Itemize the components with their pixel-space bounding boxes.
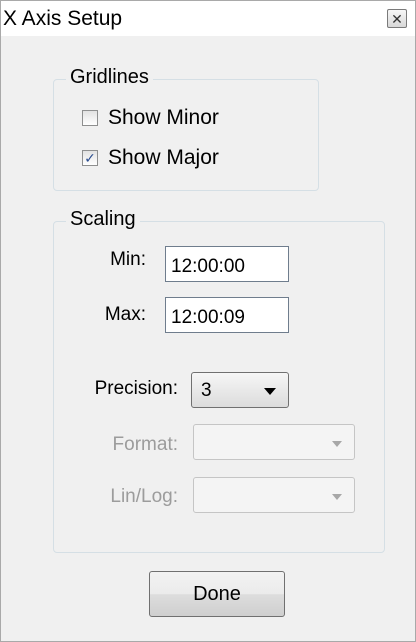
show-major-checkbox[interactable]: ✓ [82, 150, 98, 166]
max-label: Max: [104, 304, 146, 325]
gridlines-group-title: Gridlines [66, 66, 153, 89]
window-title: X Axis Setup [3, 7, 123, 30]
precision-dropdown[interactable]: 3 [191, 372, 289, 408]
close-icon: ✕ [391, 10, 403, 27]
show-minor-label: Show Minor [108, 106, 219, 129]
checkmark-icon: ✓ [84, 150, 96, 166]
precision-label: Precision: [94, 378, 178, 399]
title-bar: X Axis Setup ✕ [1, 1, 415, 36]
linlog-dropdown[interactable] [193, 477, 355, 513]
chevron-down-icon [332, 494, 342, 500]
linlog-label: Lin/Log: [110, 486, 178, 507]
chevron-down-icon [332, 441, 342, 447]
min-input[interactable] [165, 246, 289, 282]
x-axis-setup-dialog: X Axis Setup ✕ Gridlines Show Minor ✓ Sh… [0, 0, 416, 642]
scaling-group-title: Scaling [66, 208, 140, 231]
done-button[interactable]: Done [149, 571, 285, 617]
show-minor-checkbox-row[interactable]: Show Minor [82, 106, 219, 130]
scaling-group: Scaling Min: Max: Precision: 3 Format: L… [53, 208, 385, 553]
show-minor-checkbox[interactable] [82, 110, 98, 126]
chevron-down-icon [264, 388, 276, 395]
show-major-checkbox-row[interactable]: ✓ Show Major [82, 146, 219, 170]
show-major-label: Show Major [108, 146, 219, 169]
precision-value: 3 [201, 380, 212, 401]
format-dropdown[interactable] [193, 424, 355, 460]
format-label: Format: [112, 434, 178, 455]
close-button[interactable]: ✕ [387, 9, 407, 28]
gridlines-group: Gridlines Show Minor ✓ Show Major [53, 66, 319, 191]
min-label: Min: [110, 249, 146, 270]
max-input[interactable] [165, 297, 289, 333]
